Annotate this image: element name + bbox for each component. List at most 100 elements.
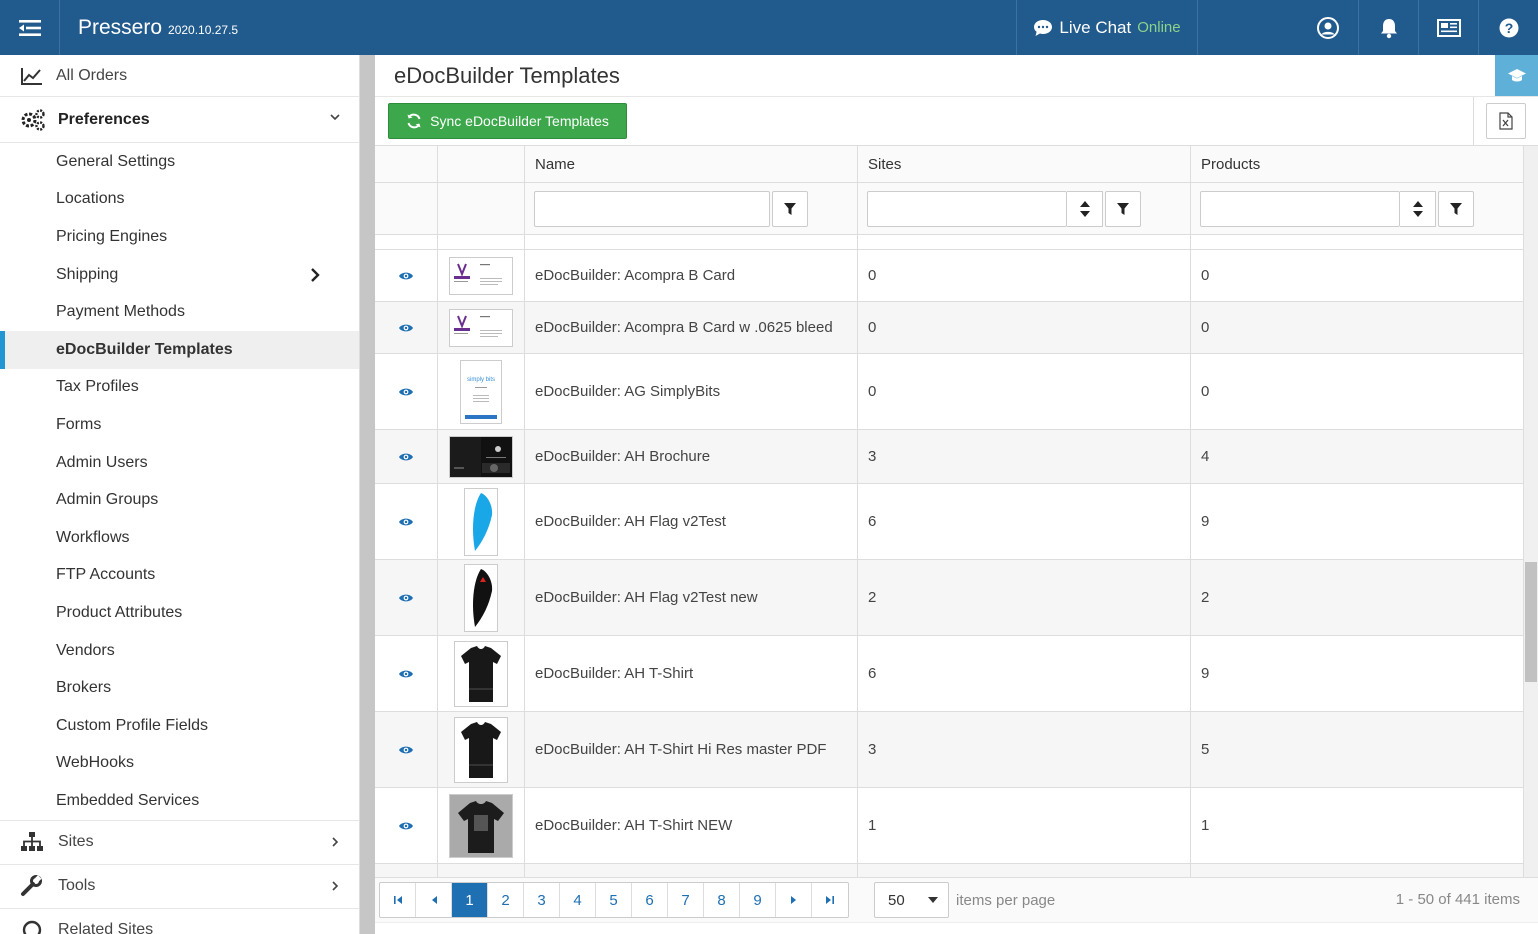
help-icon[interactable]: ?: [1478, 0, 1538, 55]
items-per-page-label: items per page: [956, 892, 1056, 909]
page-button-5[interactable]: 5: [596, 883, 632, 917]
table-row[interactable]: eDocBuilder: AH Flag v2Test new 2 2: [375, 560, 1524, 636]
sync-templates-button[interactable]: Sync eDocBuilder Templates: [388, 103, 627, 139]
live-chat-button[interactable]: Live Chat Online: [1016, 0, 1198, 55]
sidebar-item-sites[interactable]: Sites: [0, 819, 359, 864]
template-name: eDocBuilder: AH T-Shirt NEW: [525, 788, 858, 863]
sidebar-subitem[interactable]: Product Attributes: [0, 594, 359, 632]
eye-icon[interactable]: [398, 322, 414, 334]
main-content: eDocBuilder Templates Sync eDocBuilder T…: [375, 55, 1538, 934]
eye-icon[interactable]: [398, 668, 414, 680]
first-page-button[interactable]: [380, 883, 416, 917]
column-header-sites[interactable]: Sites: [858, 146, 1191, 182]
sites-filter-input[interactable]: [867, 191, 1067, 227]
sidebar-item-all-orders[interactable]: All Orders: [0, 55, 359, 97]
sidebar-subitem[interactable]: Locations: [0, 181, 359, 219]
products-filter-button[interactable]: [1438, 191, 1474, 227]
eye-icon[interactable]: [398, 516, 414, 528]
eye-icon[interactable]: [398, 386, 414, 398]
sidebar-item-preferences[interactable]: Preferences: [0, 97, 359, 143]
dropdown-caret-icon: [928, 897, 938, 903]
sidebar-subitem[interactable]: Admin Groups: [0, 481, 359, 519]
sidebar-subitem[interactable]: Pricing Engines: [0, 218, 359, 256]
sidebar-subitem[interactable]: Shipping: [0, 256, 359, 294]
name-filter-input[interactable]: [534, 191, 770, 227]
page-button-9[interactable]: 9: [740, 883, 776, 917]
page-button-3[interactable]: 3: [524, 883, 560, 917]
eye-icon[interactable]: [398, 744, 414, 756]
page-size-select[interactable]: 50: [874, 882, 949, 918]
sidebar-subitem[interactable]: Tax Profiles: [0, 369, 359, 407]
sidebar-subitem[interactable]: Custom Profile Fields: [0, 707, 359, 745]
sidebar-subitem[interactable]: eDocBuilder Templates: [0, 330, 359, 369]
table-row[interactable]: eDocBuilder: AH T-Shirt NEW 1 1: [375, 788, 1524, 864]
sidebar-subitem[interactable]: Brokers: [0, 669, 359, 707]
template-products: 2: [1191, 560, 1524, 635]
spin-up-icon[interactable]: [1412, 201, 1423, 207]
eye-icon[interactable]: [398, 820, 414, 832]
sidebar-item-tools[interactable]: Tools: [0, 863, 359, 908]
page-button-1[interactable]: 1: [452, 883, 488, 917]
sidebar-subitem[interactable]: General Settings: [0, 143, 359, 181]
eye-icon[interactable]: [398, 592, 414, 604]
eye-icon[interactable]: [398, 451, 414, 463]
user-account-icon[interactable]: [1298, 0, 1358, 55]
table-row[interactable]: eDocBuilder: AH T-Shirt Hi Res master PD…: [375, 712, 1524, 788]
page-button-7[interactable]: 7: [668, 883, 704, 917]
live-chat-status: Online: [1137, 19, 1181, 36]
table-row[interactable]: eDocBuilder: AH T-Shirt 6 9: [375, 636, 1524, 712]
eye-icon[interactable]: [398, 270, 414, 282]
sidebar: All Orders Preferences General Settings L…: [0, 55, 360, 934]
sidebar-subitem[interactable]: Vendors: [0, 632, 359, 670]
news-icon[interactable]: [1418, 0, 1478, 55]
spin-down-icon[interactable]: [1412, 211, 1423, 217]
name-filter-button[interactable]: [772, 191, 808, 227]
refresh-icon: [407, 113, 421, 129]
page-button-2[interactable]: 2: [488, 883, 524, 917]
template-thumbnail: [449, 793, 513, 858]
products-filter-input[interactable]: [1200, 191, 1400, 227]
sidebar-item-related-sites[interactable]: Related Sites: [0, 907, 359, 934]
page-button-4[interactable]: 4: [560, 883, 596, 917]
template-products: 9: [1191, 484, 1524, 559]
next-page-button[interactable]: [776, 883, 812, 917]
last-page-button[interactable]: [812, 883, 848, 917]
svg-text:?: ?: [1504, 20, 1513, 36]
notifications-bell-icon[interactable]: [1358, 0, 1418, 55]
prev-page-button[interactable]: [416, 883, 452, 917]
sidebar-subitem[interactable]: Forms: [0, 406, 359, 444]
menu-toggle-icon[interactable]: [0, 0, 60, 55]
column-header-name[interactable]: Name: [525, 146, 858, 182]
spin-down-icon[interactable]: [1079, 211, 1090, 217]
spin-up-icon[interactable]: [1079, 201, 1090, 207]
sites-filter-button[interactable]: [1105, 191, 1141, 227]
export-excel-button[interactable]: [1486, 103, 1526, 139]
table-row[interactable]: eDocBuilder: Acompra B Card 0 0: [375, 250, 1524, 302]
sidebar-subitem-label: General Settings: [56, 152, 176, 170]
page-button-8[interactable]: 8: [704, 883, 740, 917]
sidebar-subitem[interactable]: Admin Users: [0, 444, 359, 482]
sync-templates-label: Sync eDocBuilder Templates: [430, 113, 609, 129]
sidebar-subitem[interactable]: Workflows: [0, 519, 359, 557]
training-help-tab[interactable]: [1495, 55, 1538, 96]
table-row[interactable]: eDocBuilder: Acompra B Card w .0625 blee…: [375, 302, 1524, 354]
template-name: eDocBuilder: AH Brochure: [525, 430, 858, 483]
sidebar-subitem[interactable]: WebHooks: [0, 745, 359, 783]
sidebar-scrollbar[interactable]: [360, 55, 375, 934]
sidebar-subitem[interactable]: Embedded Services: [0, 782, 359, 820]
grid-scrollbar-thumb[interactable]: [1525, 562, 1537, 682]
chevron-down-icon: [330, 114, 340, 121]
products-filter-spinner[interactable]: [1400, 191, 1436, 227]
sites-filter-spinner[interactable]: [1067, 191, 1103, 227]
page-button-6[interactable]: 6: [632, 883, 668, 917]
grid-scrollbar[interactable]: [1524, 146, 1538, 877]
column-header-products[interactable]: Products: [1191, 146, 1524, 182]
page-title: eDocBuilder Templates: [394, 62, 620, 88]
sidebar-subitem[interactable]: Payment Methods: [0, 293, 359, 331]
sidebar-subitem[interactable]: FTP Accounts: [0, 557, 359, 595]
table-row[interactable]: simply bits eDocBuilder: AG SimplyBits 0 0: [375, 354, 1524, 430]
template-name: eDocBuilder: AH T-Shirt Hi Res master PD…: [525, 712, 858, 787]
table-row[interactable]: eDocBuilder: AH Flag v2Test 6 9: [375, 484, 1524, 560]
table-row[interactable]: eDocBuilder: AH Brochure 3 4: [375, 430, 1524, 484]
sidebar-subitem-label: Locations: [56, 190, 125, 208]
